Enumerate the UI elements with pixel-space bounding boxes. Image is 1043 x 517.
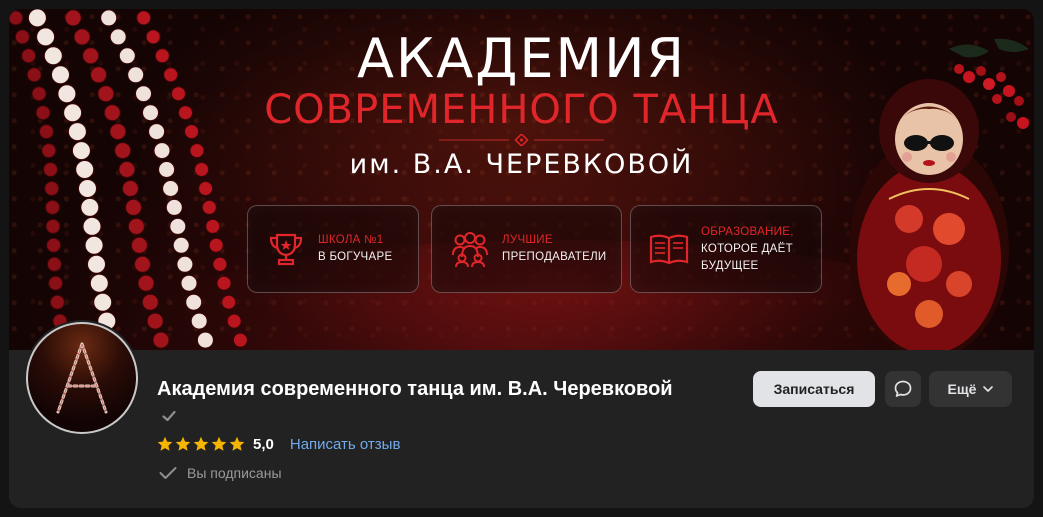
ornament-divider (439, 134, 604, 146)
rating-row: 5,0 Написать отзыв (157, 434, 400, 454)
check-icon (159, 467, 177, 479)
feature-education-red: ОБРАЗОВАНИЕ, (701, 225, 794, 238)
message-button[interactable] (885, 371, 921, 407)
rating-value: 5,0 (253, 435, 274, 453)
star-icon (229, 436, 245, 451)
cover-title-line2: СОВРЕМЕННОГО ТАНЦА (264, 87, 779, 133)
avatar-letter: A (82, 422, 83, 425)
community-card: АКАДЕМИЯ СОВРЕМЕННОГО ТАНЦА им. В.А. ЧЕР… (9, 9, 1034, 508)
feature-teachers: ЛУЧШИЕ ПРЕПОДАВАТЕЛИ (431, 205, 622, 293)
community-avatar[interactable]: A (24, 320, 140, 436)
feature-education: ОБРАЗОВАНИЕ, КОТОРОЕ ДАЁТ БУДУЩЕЕ (630, 205, 822, 293)
avatar-monogram: A (56, 342, 108, 425)
more-button[interactable]: Ещё (929, 371, 1012, 407)
more-button-label: Ещё (947, 381, 977, 397)
trophy-icon (269, 233, 303, 266)
avatar-image: A (28, 324, 136, 432)
feature-school-white: В БОГУЧАРЕ (318, 251, 393, 263)
star-icon (211, 436, 227, 451)
feature-teachers-white: ПРЕПОДАВАТЕЛИ (502, 251, 607, 263)
verified-check-icon (162, 410, 176, 422)
message-icon (894, 380, 912, 397)
book-icon (649, 234, 689, 265)
subscribed-label: Вы подписаны (187, 465, 282, 481)
star-icon (157, 436, 173, 451)
cover-title-line1: АКАДЕМИЯ (356, 27, 687, 90)
community-name: Академия современного танца им. В.А. Чер… (157, 376, 677, 430)
join-button[interactable]: Записаться (753, 371, 875, 407)
feature-education-white: КОТОРОЕ ДАЁТ (701, 242, 793, 255)
feature-teachers-red: ЛУЧШИЕ (502, 234, 553, 246)
write-review-link[interactable]: Написать отзыв (290, 436, 401, 453)
people-icon (452, 232, 488, 268)
cover-title-line3: им. В.А. ЧЕРЕВКОВОЙ (349, 149, 694, 180)
feature-school: ШКОЛА №1 В БОГУЧАРЕ (247, 205, 419, 293)
feature-school-red: ШКОЛА №1 (318, 234, 384, 246)
star-icon (193, 436, 209, 451)
community-name-text: Академия современного танца им. В.А. Чер… (157, 378, 673, 400)
star-icon (175, 436, 191, 451)
chevron-down-icon (983, 386, 994, 392)
feature-education-white2: БУДУЩЕЕ (701, 259, 759, 272)
cover-image: АКАДЕМИЯ СОВРЕМЕННОГО ТАНЦА им. В.А. ЧЕР… (9, 9, 1034, 350)
subscription-status[interactable]: Вы подписаны (159, 463, 282, 483)
